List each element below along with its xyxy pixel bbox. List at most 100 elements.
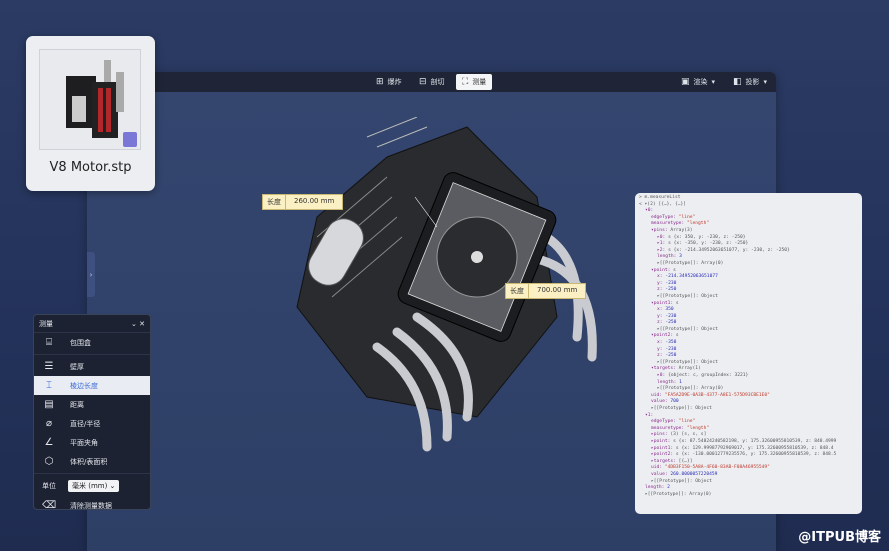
console-text: -250 (665, 320, 677, 326)
explode-button[interactable]: ⊞ 爆炸 (370, 74, 408, 90)
render-button[interactable]: ▣ 渲染 ▾ (675, 74, 721, 90)
console-text: uid: (651, 465, 665, 471)
console-line: ▸[[Prototype]]: Array(0) (639, 261, 858, 268)
console-text: uid: (651, 392, 665, 398)
console-text: ▸point2: (651, 452, 676, 458)
projection-label: 投影 (745, 78, 760, 86)
console-text: ▾point2: (651, 333, 676, 339)
console-text: {object: c, groupIndex: 3221} (668, 373, 749, 379)
console-text: edgeType: (651, 214, 679, 220)
console-text: -230 (665, 313, 677, 319)
console-text: length: (657, 379, 680, 385)
measure-label-260[interactable]: 长度 260.00 mm (262, 194, 344, 210)
console-text: ▸0: (657, 373, 669, 379)
console-line: ▸1: s {x: -350, y: -230, z: -250} (639, 241, 858, 248)
label-title: 长度 (510, 287, 524, 295)
section-icon: ⊟ (419, 77, 427, 87)
console-text: edgeType: (651, 419, 679, 425)
console-text: "4DB3F150-5A8A-4F60-83AB-F08A46955549" (664, 465, 770, 471)
measure-item-label: 体积/表面积 (70, 457, 108, 466)
measure-item[interactable]: ⬡ 体积/表面积 (34, 452, 150, 471)
diameter-icon: ⌀ (45, 418, 53, 429)
measure-item[interactable]: ▤ 距离 (34, 395, 150, 414)
measure-item-label: 棱边长度 (70, 381, 98, 390)
console-line: ▸point: s {x: 87.54824240582198, y: 175.… (639, 439, 858, 446)
console-text: 350 (665, 307, 674, 313)
console-text: "FA5A2D9E-0A3B-4377-A8E1-575D93CBE1E0" (664, 392, 770, 398)
chevron-down-icon: ▾ (763, 78, 768, 86)
clear-measure-data-button[interactable]: ⌫ 清除测量数据 (34, 496, 150, 515)
clear-label: 清除测量数据 (70, 501, 112, 510)
measure-item-label: 直径/半径 (70, 419, 101, 428)
console-text: measuretype: (651, 221, 687, 227)
unit-select[interactable]: 毫米 (mm) ⌄ (68, 480, 120, 492)
console-line: x: -350 (639, 340, 858, 347)
console-text: ▸[[Prototype]]: Array(0) (645, 491, 712, 497)
console-text: ▸pins: (651, 432, 671, 438)
close-icon[interactable]: ✕ (139, 320, 145, 328)
console-text: ▸[[Prototype]]: Array(0) (657, 260, 724, 266)
measure-item[interactable]: ⌸ 包围盒 (34, 333, 150, 352)
console-line: uid: "4DB3F150-5A8A-4F60-83AB-F08A469555… (639, 465, 858, 472)
distance-icon: ▤ (44, 399, 54, 410)
projection-button[interactable]: ◧ 投影 ▾ (727, 74, 773, 90)
console-text: ▸[[Prototype]]: Object (657, 293, 718, 299)
console-text: (3) [s, s, s] (670, 432, 707, 438)
console-text: s {x: 350, y: -230, z: -250} (668, 234, 746, 240)
measure-item-label: 距离 (70, 400, 84, 409)
console-text: s (673, 267, 676, 273)
projection-icon: ◧ (733, 77, 742, 87)
console-text: [{…}] (678, 458, 693, 464)
console-text: ▾targets: (651, 366, 679, 372)
measure-item[interactable]: ∠ 平面夹角 (34, 433, 150, 452)
unit-row: 单位 毫米 (mm) ⌄ (34, 476, 150, 496)
console-line: ▾0: (639, 208, 858, 215)
file-thumbnail (39, 49, 141, 150)
console-text: measuretype: (651, 425, 687, 431)
render-icon: ▣ (681, 77, 690, 87)
console-text: -230 (665, 280, 677, 286)
measure-item[interactable]: ☰ 壁厚 (34, 357, 150, 376)
angle-icon: ∠ (44, 437, 54, 448)
console-text: value: (651, 471, 671, 477)
console-line: value: 700 (639, 399, 858, 406)
console-text: Array(1) (678, 366, 701, 372)
measure-item-label: 包围盒 (70, 338, 91, 347)
console-line: z: -250 (639, 287, 858, 294)
measure-icon: ⛶ (462, 77, 469, 87)
explode-label: 爆炸 (387, 78, 402, 86)
side-panel-toggle[interactable]: › (87, 252, 95, 297)
console-text: "line" (678, 419, 696, 425)
console-text: ▸1: (657, 241, 669, 247)
label-value: 700.00 mm (528, 284, 585, 298)
render-label: 渲染 (693, 78, 708, 86)
console-line: ▸[[Prototype]]: Object (639, 479, 858, 486)
console-text: "line" (678, 214, 696, 220)
console-line: x: 350 (639, 307, 858, 314)
measure-panel: 测量 ⌄ ✕ ⌸ 包围盒 ☰ 壁厚 ⌶ 棱边长度 ▤ 距离 ⌀ 直径/半径 ∠ 平面夹角 ⬡ 体积/表面积 … (33, 314, 151, 511)
console-text: ▸point: (651, 438, 674, 444)
console-line: ▸[[Prototype]]: Object (639, 406, 858, 413)
measure-item[interactable]: ⌀ 直径/半径 (34, 414, 150, 433)
edge-length-icon: ⌶ (46, 380, 52, 391)
console-line: length: 3 (639, 254, 858, 261)
console-line: value: 260.0000057220459 (639, 472, 858, 479)
console-text: length: (657, 254, 680, 260)
file-card[interactable]: V8 Motor.stp (26, 36, 155, 191)
measure-item-label: 平面夹角 (70, 438, 98, 447)
console-text: ▸[[Prototype]]: Array(0) (657, 386, 724, 392)
console-text: ▾0: (645, 208, 654, 214)
console-text: -250 (665, 353, 677, 359)
measure-item[interactable]: ⌶ 棱边长度 (34, 376, 150, 395)
console-text: ▸0: (657, 234, 669, 240)
console-line: measuretype: "length" (639, 221, 858, 228)
collapse-icon[interactable]: ⌄ (131, 320, 137, 328)
section-button[interactable]: ⊟ 剖切 (413, 74, 451, 90)
wall-thickness-icon: ☰ (44, 361, 54, 372)
console-text: length: (645, 485, 668, 491)
devtools-console[interactable]: > m.measureList < ▾(2) [{…}, {…}] ▾0: edgeT… (635, 193, 862, 514)
eraser-icon: ⌫ (42, 500, 57, 511)
measure-button[interactable]: ⛶ 测量 (456, 74, 493, 90)
measure-label-700[interactable]: 长度 700.00 mm (505, 283, 587, 299)
label-value: 260.00 mm (285, 195, 342, 209)
